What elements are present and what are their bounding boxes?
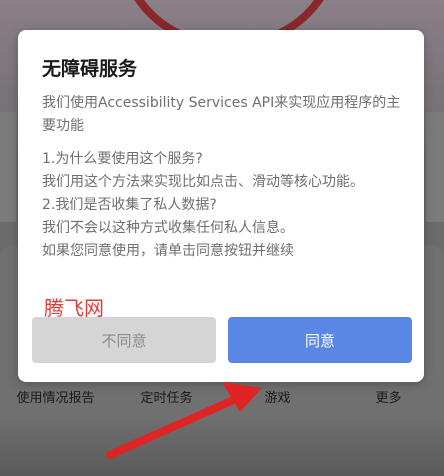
dialog-answer-1: 我们用这个方法来实现比如点击、滑动等核心功能。 <box>42 174 364 190</box>
dialog-body: 我们使用Accessibility Services API来实现应用程序的主要… <box>42 92 404 263</box>
dialog-intro: 我们使用Accessibility Services API来实现应用程序的主要… <box>42 95 401 134</box>
decline-button[interactable]: 不同意 <box>32 317 216 363</box>
accessibility-dialog: 无障碍服务 我们使用Accessibility Services API来实现应… <box>18 30 424 382</box>
dialog-question-1: 1.为什么要使用这个服务? <box>42 151 203 167</box>
nav-item-more[interactable]: 更多 <box>333 387 444 406</box>
background-card-right <box>426 112 444 222</box>
dialog-answer-2: 我们不会以这种方式收集任何私人信息。 <box>42 220 294 236</box>
dialog-consent-text: 如果您同意使用，请单击同意按钮并继续 <box>42 243 294 259</box>
background-nav: 使用情况报告 定时任务 游戏 更多 <box>0 383 444 409</box>
dialog-question-2: 2.我们是否收集了私人数据? <box>42 197 217 213</box>
background-card-left <box>0 112 16 222</box>
accept-button[interactable]: 同意 <box>228 317 412 363</box>
dialog-title: 无障碍服务 <box>42 58 138 80</box>
nav-item-games[interactable]: 游戏 <box>222 387 333 406</box>
background-bottom <box>0 420 444 476</box>
nav-item-scheduled-tasks[interactable]: 定时任务 <box>111 387 222 406</box>
nav-item-usage-report[interactable]: 使用情况报告 <box>0 387 111 406</box>
